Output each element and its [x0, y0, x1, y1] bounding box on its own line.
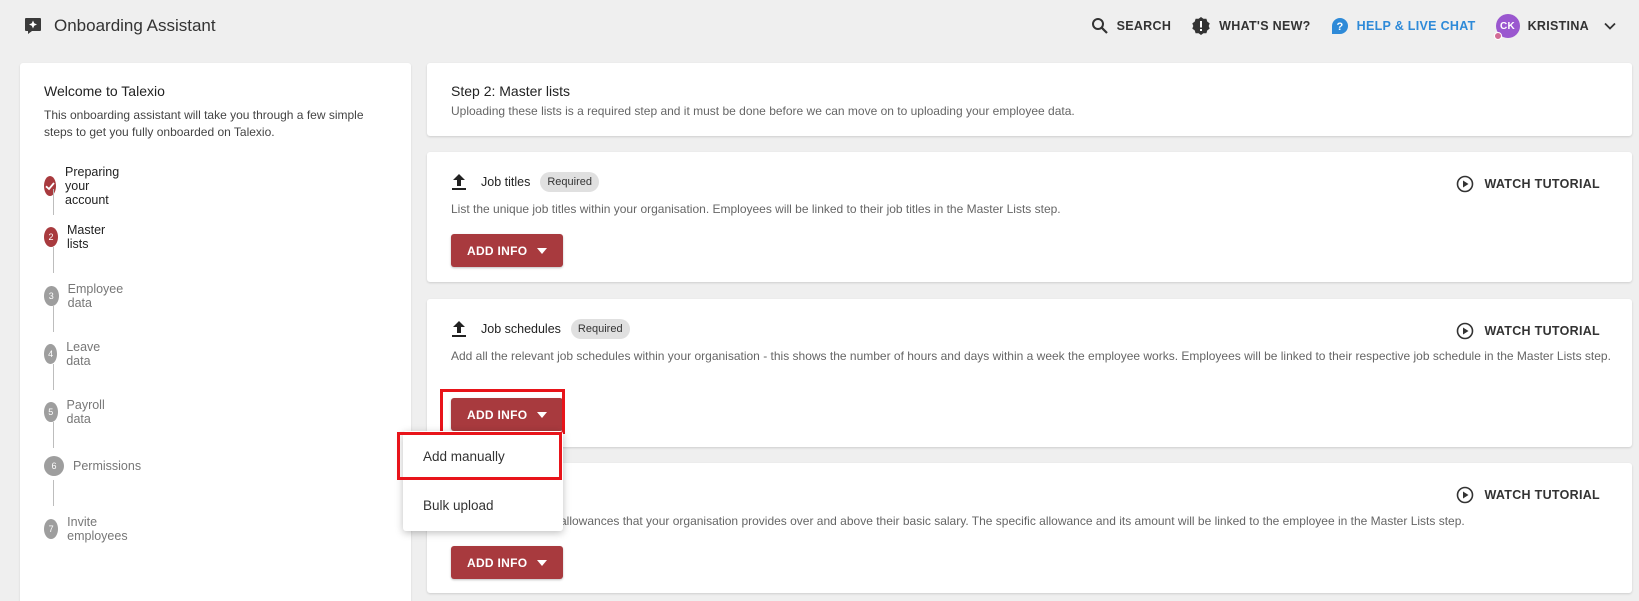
- card-heading: Job titles Required: [451, 172, 599, 192]
- watch-tutorial-label: WATCH TUTORIAL: [1484, 177, 1600, 191]
- step-master-lists[interactable]: 2 Master lists: [44, 223, 111, 251]
- status-dot: [1493, 32, 1502, 40]
- step-label: Leave data: [66, 340, 101, 368]
- card-name: Job schedules: [481, 322, 561, 336]
- job-titles-card: Job titles Required WATCH TUTORIAL List …: [427, 152, 1632, 282]
- step-label: Preparing your account: [65, 165, 120, 207]
- play-circle-icon: [1457, 175, 1474, 193]
- whats-new-button[interactable]: WHAT'S NEW?: [1191, 16, 1310, 36]
- help-live-chat-button[interactable]: ? HELP & LIVE CHAT: [1331, 17, 1476, 35]
- sidebar-description: This onboarding assistant will take you …: [44, 108, 364, 139]
- onboarding-sidebar: Welcome to Talexio This onboarding assis…: [20, 63, 411, 601]
- step-preparing-account[interactable]: Preparing your account: [44, 165, 127, 207]
- caret-down-icon: [537, 247, 547, 254]
- add-info-label: ADD INFO: [467, 243, 528, 258]
- card-name: Job titles: [481, 175, 531, 189]
- step-label: Master lists: [66, 223, 106, 251]
- step-header-card: Step 2: Master lists Uploading these lis…: [427, 63, 1632, 136]
- card-description: List the unique job titles within your o…: [451, 202, 1061, 216]
- step-number: 2: [44, 227, 58, 247]
- whats-new-label: WHAT'S NEW?: [1219, 19, 1311, 33]
- card-description: Add all the relevant job schedules withi…: [451, 349, 1611, 363]
- card-heading: Job schedules Required: [451, 319, 630, 339]
- highlight-add-manually: [397, 432, 562, 480]
- avatar: CK: [1493, 14, 1520, 40]
- announcement-badge-icon: [1192, 17, 1210, 35]
- watch-tutorial-label: WATCH TUTORIAL: [1484, 324, 1600, 338]
- search-button[interactable]: SEARCH: [1091, 17, 1172, 35]
- step-connector: [53, 480, 54, 506]
- top-nav: SEARCH WHAT'S NEW? ? HELP & LIVE CHAT CK…: [1091, 14, 1617, 40]
- step-label: Payroll data: [66, 398, 105, 426]
- top-bar: Onboarding Assistant SEARCH WHAT'S NEW? …: [0, 0, 1639, 52]
- step-number: 5: [44, 402, 58, 422]
- step-number: 3: [44, 286, 59, 306]
- highlight-add-info: [440, 389, 565, 434]
- help-label: HELP & LIVE CHAT: [1356, 19, 1476, 33]
- watch-tutorial-button[interactable]: WATCH TUTORIAL: [1456, 322, 1600, 340]
- play-circle-icon: [1457, 486, 1474, 504]
- watch-tutorial-label: WATCH TUTORIAL: [1484, 488, 1600, 502]
- svg-text:?: ?: [1336, 21, 1343, 33]
- step-connector: [53, 306, 54, 332]
- user-menu[interactable]: CK KRISTINA: [1493, 14, 1617, 40]
- step-connector: [53, 364, 54, 390]
- search-icon: [1091, 18, 1108, 34]
- allowances-card: wances WATCH TUTORIAL allowances that yo…: [427, 463, 1632, 593]
- step-employee-data[interactable]: 3 Employee data: [44, 282, 129, 310]
- step-invite-employees[interactable]: 7 Invite employees: [44, 515, 133, 543]
- play-circle-icon: [1457, 322, 1474, 340]
- step-connector: [53, 247, 54, 273]
- job-schedules-card: Job schedules Required WATCH TUTORIAL Ad…: [427, 299, 1632, 447]
- app-header: Onboarding Assistant: [24, 16, 216, 36]
- step-connector: [53, 422, 54, 448]
- watch-tutorial-button[interactable]: WATCH TUTORIAL: [1456, 175, 1600, 193]
- required-badge: Required: [540, 172, 599, 192]
- step-label: Employee data: [67, 282, 124, 310]
- watch-tutorial-button[interactable]: WATCH TUTORIAL: [1456, 486, 1600, 504]
- add-info-button[interactable]: ADD INFO: [451, 546, 563, 579]
- step-number: 4: [44, 344, 58, 364]
- upload-icon: [452, 174, 466, 190]
- help-icon: ?: [1331, 18, 1348, 34]
- step-connector: [53, 189, 54, 215]
- upload-icon: [452, 321, 466, 337]
- chevron-down-icon: [1604, 22, 1616, 30]
- step-label: Permissions: [73, 459, 142, 473]
- step-subtitle: Uploading these lists is a required step…: [451, 104, 1075, 118]
- app-title: Onboarding Assistant: [54, 16, 216, 35]
- step-title: Step 2: Master lists: [451, 83, 571, 99]
- step-number: 6: [44, 456, 64, 476]
- search-label: SEARCH: [1116, 19, 1172, 33]
- add-info-label: ADD INFO: [467, 555, 528, 570]
- required-badge: Required: [570, 319, 630, 339]
- step-permissions[interactable]: 6 Permissions: [44, 456, 141, 476]
- check-icon: [44, 176, 56, 196]
- assistant-logo-icon: [25, 18, 41, 34]
- caret-down-icon: [537, 559, 547, 566]
- avatar-initials: CK: [1500, 20, 1516, 32]
- card-description: allowances that your organisation provid…: [560, 514, 1465, 528]
- add-info-button[interactable]: ADD INFO: [451, 234, 563, 267]
- step-number: 7: [44, 519, 59, 539]
- menu-item-bulk-upload[interactable]: Bulk upload: [423, 498, 494, 513]
- step-payroll-data[interactable]: 5 Payroll data: [44, 398, 111, 426]
- step-label: Invite employees: [67, 515, 128, 543]
- sidebar-title: Welcome to Talexio: [44, 83, 165, 99]
- user-name: KRISTINA: [1527, 19, 1589, 33]
